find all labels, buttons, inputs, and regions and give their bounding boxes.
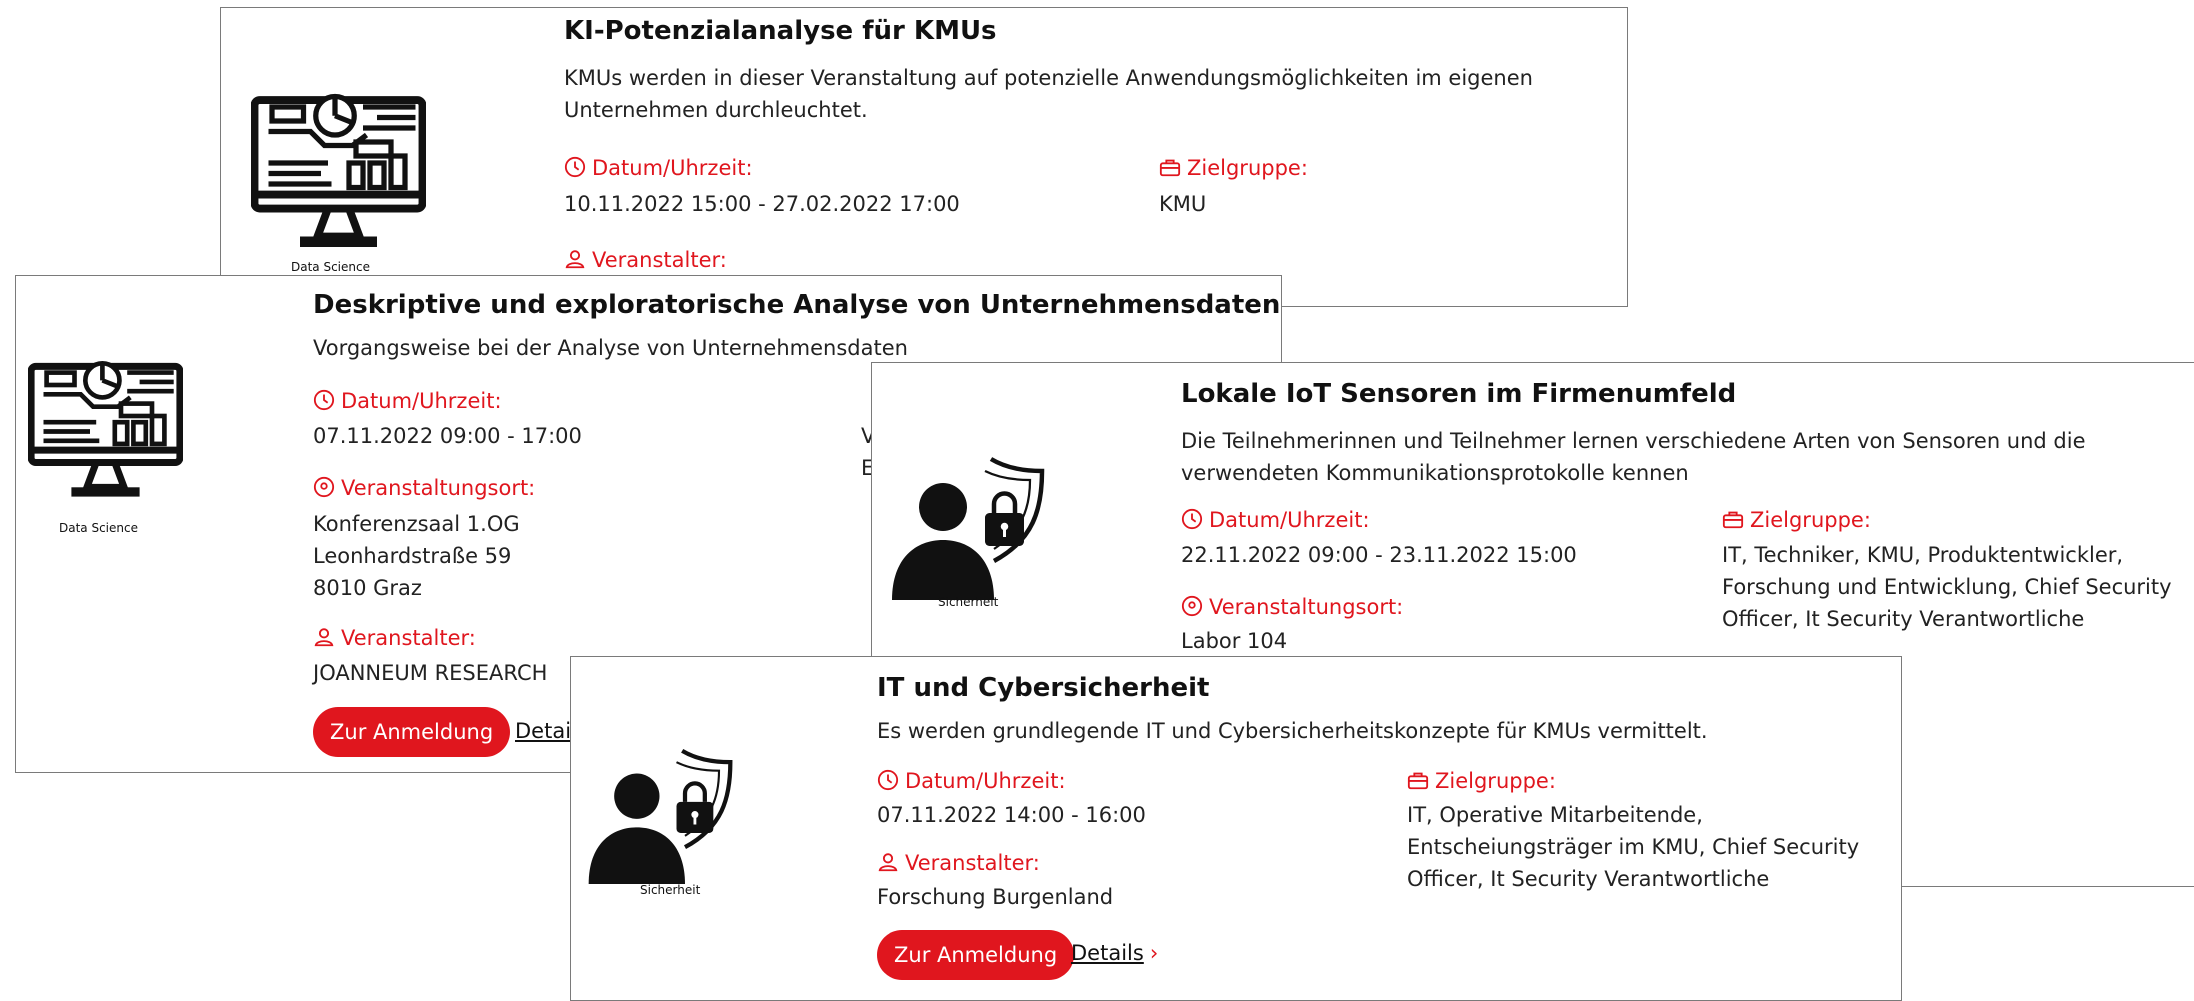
audience-value: IT, Techniker, KMU, Produktentwickler, F… <box>1722 543 2172 631</box>
clock-icon <box>1181 508 1203 530</box>
person-icon <box>565 250 585 269</box>
security-user-lock-icon <box>886 453 1066 603</box>
audience-value: IT, Operative Mitarbeitende, Entscheiung… <box>1407 803 1860 891</box>
category-label: Sicherheit <box>938 595 999 609</box>
event-title[interactable]: IT und Cybersicherheit <box>877 673 1210 703</box>
location-value: Labor 104 <box>1181 629 1288 653</box>
event-title[interactable]: Lokale IoT Sensoren im Firmenumfeld <box>1181 379 1736 409</box>
organizer-label: Veranstalter: <box>877 851 1040 875</box>
details-link[interactable]: Detail <box>515 719 577 743</box>
location-line: Konferenzsaal 1.OG <box>313 512 520 536</box>
location-line: 8010 Graz <box>313 576 422 600</box>
organizer-label: Veranstalter: <box>564 248 727 272</box>
organizer-value: JOANNEUM RESEARCH <box>313 661 548 685</box>
event-card-it-cybersicherheit: Sicherheit IT und Cybersicherheit Es wer… <box>570 656 1902 1001</box>
person-icon <box>878 853 898 872</box>
briefcase-icon <box>1407 772 1429 790</box>
clock-icon <box>313 389 335 411</box>
security-user-lock-icon <box>583 745 753 887</box>
event-description: Es werden grundlegende IT und Cybersiche… <box>877 719 1708 743</box>
chevron-right-icon: › <box>1149 941 1159 965</box>
date-value: 10.11.2022 15:00 - 27.02.2022 17:00 <box>564 192 960 216</box>
date-label: Datum/Uhrzeit: <box>1181 508 1370 532</box>
event-description: Vorgangsweise bei der Analyse von Untern… <box>313 336 908 360</box>
location-pin-icon <box>1181 595 1203 617</box>
audience-label: Zielgruppe: <box>1722 508 1871 532</box>
audience-label: Zielgruppe: <box>1159 156 1308 180</box>
location-label: Veranstaltungsort: <box>313 476 535 500</box>
organizer-label: Veranstalter: <box>313 626 476 650</box>
details-label: Details <box>1071 941 1144 965</box>
event-description: Die Teilnehmerinnen und Teilnehmer lerne… <box>1181 429 2086 485</box>
register-button[interactable]: Zur Anmeldung <box>877 930 1075 980</box>
briefcase-icon <box>1722 511 1744 529</box>
briefcase-icon <box>1159 159 1181 177</box>
location-label: Veranstaltungsort: <box>1181 595 1403 619</box>
category-label: Data Science <box>291 260 370 274</box>
register-button[interactable]: Zur Anmeldung <box>313 707 511 757</box>
event-description: KMUs werden in dieser Veranstaltung auf … <box>564 66 1533 122</box>
date-value: 22.11.2022 09:00 - 23.11.2022 15:00 <box>1181 543 1577 567</box>
data-science-icon <box>27 354 184 509</box>
person-icon <box>314 628 334 647</box>
audience-value: KMU <box>1159 192 1207 216</box>
data-science-icon <box>250 86 427 261</box>
clock-icon <box>564 156 586 178</box>
date-label: Datum/Uhrzeit: <box>313 389 502 413</box>
date-label: Datum/Uhrzeit: <box>564 156 753 180</box>
date-value: 07.11.2022 14:00 - 16:00 <box>877 803 1146 827</box>
category-label: Sicherheit <box>640 883 701 897</box>
clock-icon <box>877 769 899 791</box>
event-title[interactable]: Deskriptive und exploratorische Analyse … <box>313 290 1280 320</box>
organizer-value: Forschung Burgenland <box>877 885 1114 909</box>
event-card-ki-potenzialanalyse: Data Science KI-Potenzialanalyse für KMU… <box>220 7 1628 307</box>
audience-label: Zielgruppe: <box>1407 769 1556 793</box>
event-title[interactable]: KI-Potenzialanalyse für KMUs <box>564 16 997 46</box>
location-line: Leonhardstraße 59 <box>313 544 512 568</box>
location-pin-icon <box>313 476 335 498</box>
category-label: Data Science <box>59 521 138 535</box>
date-value: 07.11.2022 09:00 - 17:00 <box>313 424 582 448</box>
details-link[interactable]: Details › <box>1071 941 1158 965</box>
date-label: Datum/Uhrzeit: <box>877 769 1066 793</box>
